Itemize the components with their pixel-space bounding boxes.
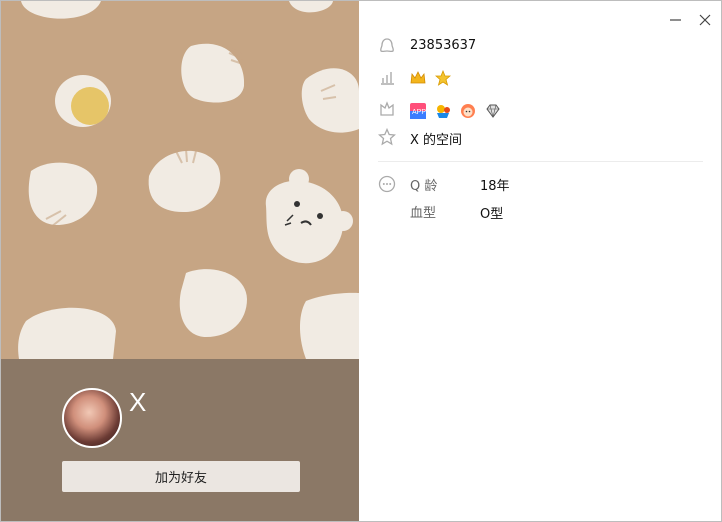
avatar[interactable]: [62, 388, 122, 448]
crown-icon[interactable]: [410, 70, 426, 86]
app-badge-icon[interactable]: APP: [410, 102, 426, 119]
game-badge-icon[interactable]: [435, 103, 451, 119]
badge-list: APP: [410, 100, 505, 119]
close-icon[interactable]: [696, 11, 714, 29]
badge-frame-icon: [378, 100, 396, 118]
detail-label: 血型: [410, 206, 437, 221]
diamond-badge-icon[interactable]: [485, 103, 501, 119]
badges-row: [378, 99, 396, 119]
svg-text:APP: APP: [412, 109, 426, 116]
penguin-icon: [378, 37, 396, 55]
info-panel: 23853637 APP X 的空间 Q 龄 18年 血型 O型: [360, 1, 721, 521]
minimize-icon[interactable]: [666, 11, 684, 29]
more-icon: [378, 175, 396, 193]
star-icon[interactable]: [435, 69, 452, 86]
level-row: [378, 67, 396, 87]
cover-image: [1, 1, 359, 359]
details-row: [378, 174, 396, 194]
qq-number-row: [378, 36, 396, 56]
space-row: [377, 127, 397, 147]
profile-summary: X 加为好友: [1, 359, 359, 521]
divider: [378, 161, 703, 162]
add-friend-button[interactable]: 加为好友: [62, 461, 300, 492]
space-link[interactable]: X 的空间: [410, 129, 462, 148]
detail-label: Q 龄: [410, 179, 438, 194]
pet-badge-icon[interactable]: [460, 103, 476, 119]
space-star-icon: [377, 127, 397, 146]
level-chart-icon: [378, 68, 396, 86]
level-icons: [410, 67, 455, 86]
nickname: X: [129, 387, 147, 417]
detail-value: 18年: [480, 179, 510, 194]
profile-window: X 加为好友 23853637 APP X 的空间 Q 龄 18年 血型 O型: [0, 0, 722, 522]
detail-value: O型: [480, 207, 504, 222]
qq-number: 23853637: [410, 38, 477, 53]
